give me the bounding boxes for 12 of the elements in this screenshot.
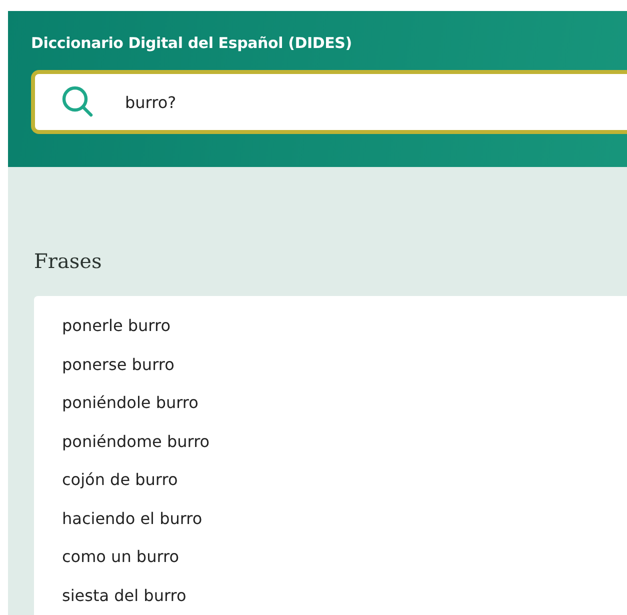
site-title: Diccionario Digital del Español (DIDES) — [31, 33, 353, 53]
search-icon — [61, 85, 95, 119]
phrase-link[interactable]: siesta del burro — [62, 584, 186, 606]
phrase-link[interactable]: ponerse burro — [62, 354, 174, 376]
phrase-link[interactable]: como un burro — [62, 546, 180, 568]
phrase-link[interactable]: cojón de burro — [62, 469, 178, 491]
phrase-link[interactable]: ponerle burro — [62, 315, 170, 337]
phrase-link[interactable]: poniéndome burro — [62, 430, 210, 452]
section-heading: Frases — [34, 248, 103, 275]
search-field[interactable]: burro? — [31, 70, 627, 134]
phrase-link[interactable]: poniéndole burro — [62, 392, 198, 414]
phrase-link[interactable]: haciendo el burro — [62, 508, 202, 530]
